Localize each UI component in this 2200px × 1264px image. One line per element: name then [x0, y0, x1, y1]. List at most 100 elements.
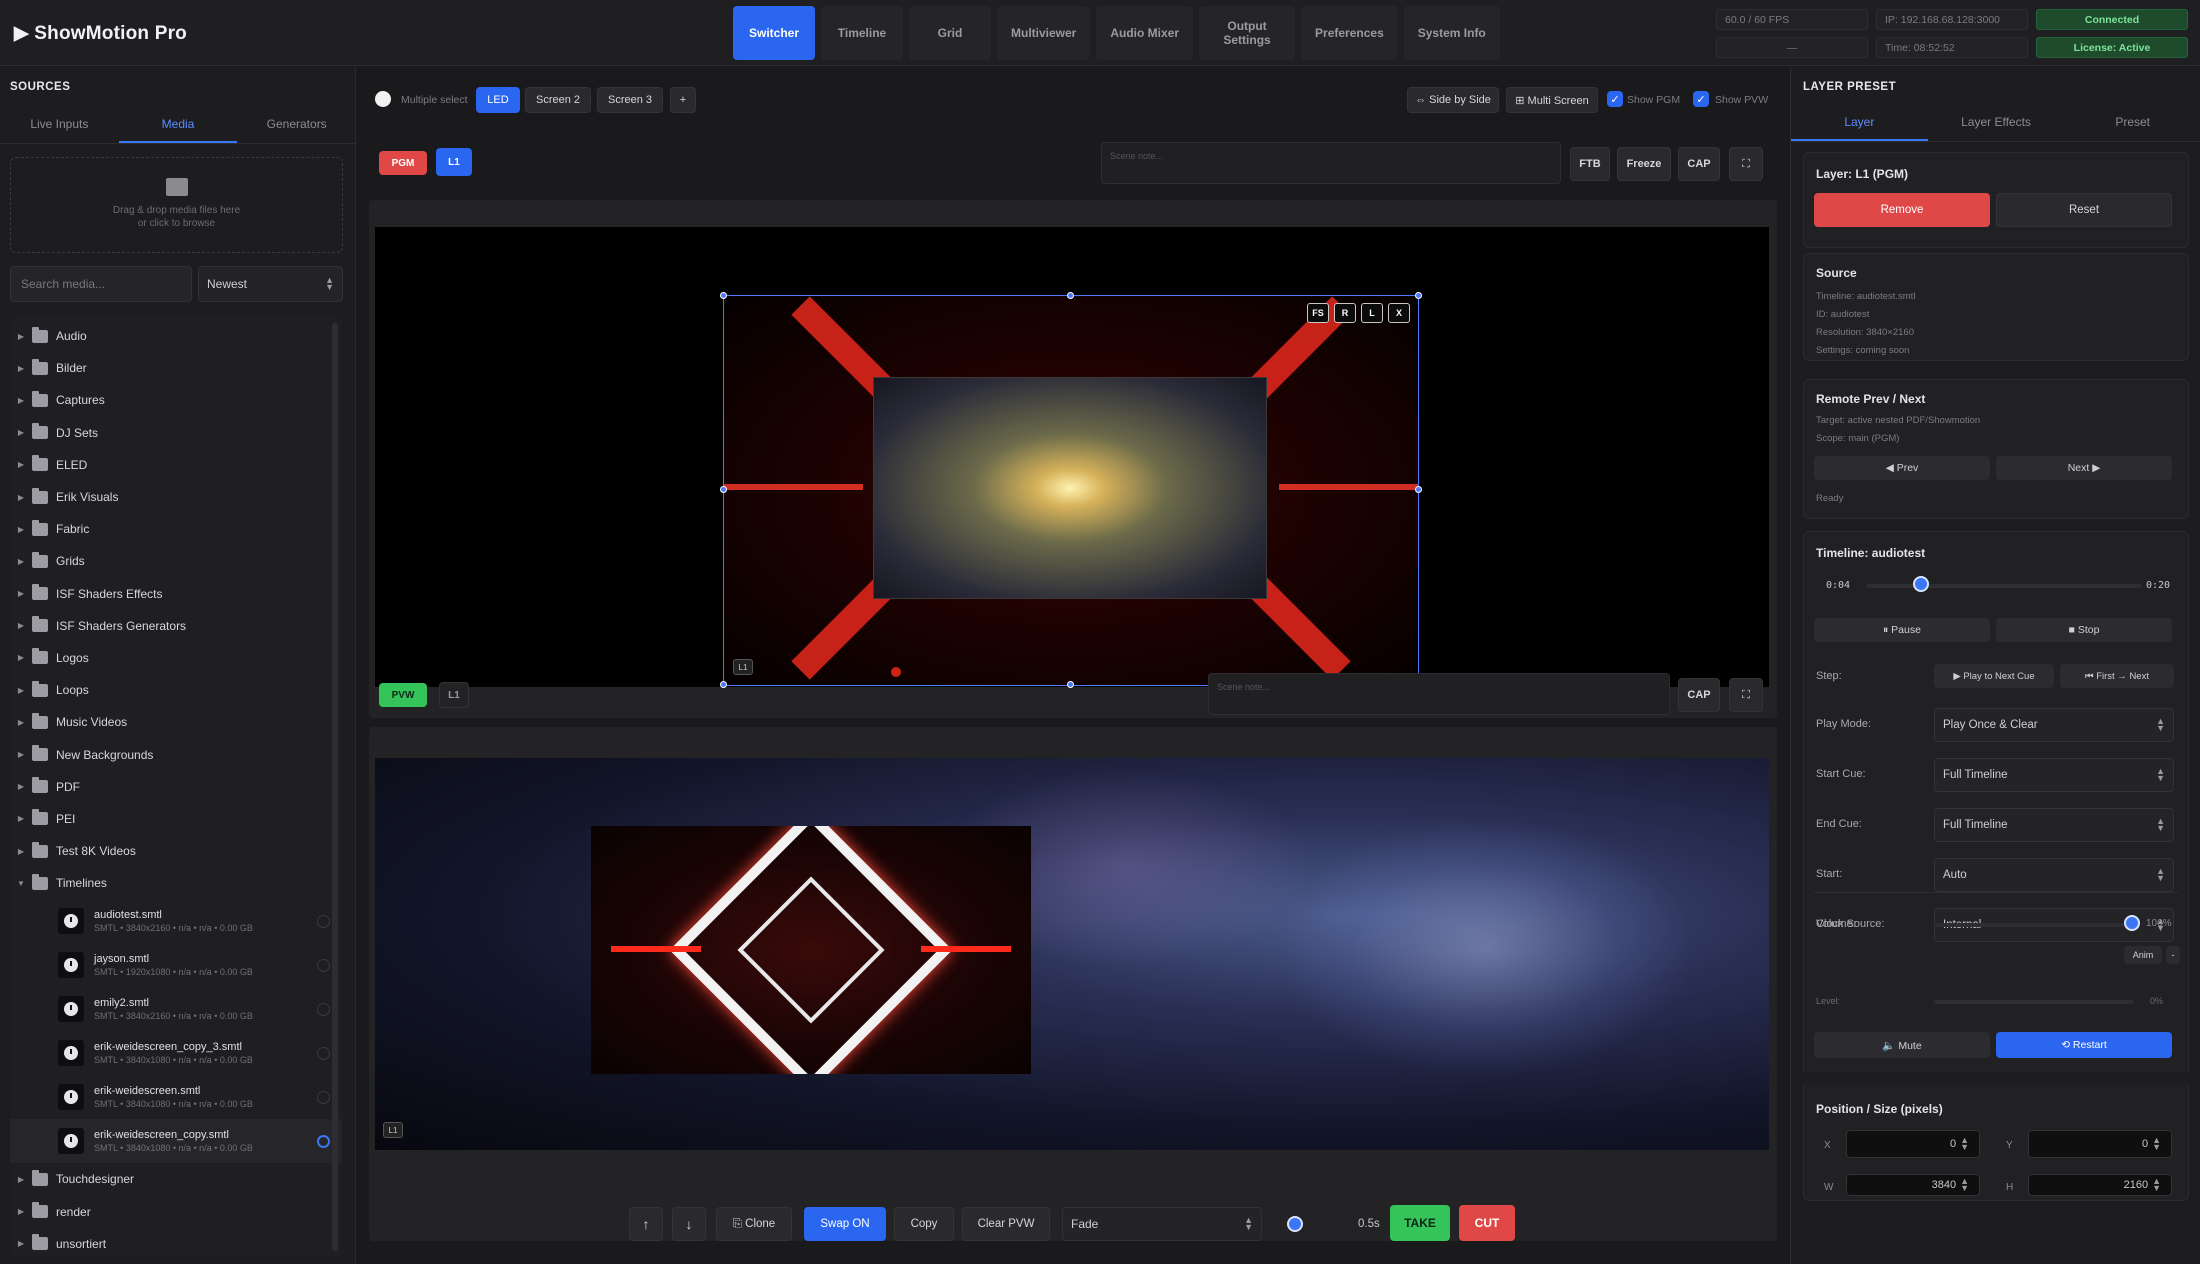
pvw-layer-l1-button[interactable]: L1: [439, 682, 469, 708]
field-select[interactable]: Full Timeline ▲ ▼: [1934, 758, 2174, 792]
volume-slider-track[interactable]: [1934, 923, 2134, 927]
resize-handle[interactable]: [720, 486, 727, 493]
folder-item[interactable]: ▶ ISF Shaders Generators: [10, 610, 342, 642]
remove-layer-button[interactable]: Remove: [1814, 193, 1990, 227]
clear-pvw-button[interactable]: Clear PVW: [962, 1207, 1050, 1241]
volume-minus-button[interactable]: -: [2166, 946, 2180, 964]
chevron-right-icon[interactable]: ▶: [10, 493, 32, 502]
folder-item[interactable]: ▶ DJ Sets: [10, 417, 342, 449]
tree-scrollbar[interactable]: [332, 323, 338, 1251]
pgm-layer-l1-button[interactable]: L1: [436, 148, 472, 176]
layer-close-button[interactable]: X: [1388, 303, 1410, 323]
take-button[interactable]: TAKE: [1390, 1205, 1450, 1241]
ftb-button[interactable]: FTB: [1570, 147, 1610, 181]
volume-slider-knob[interactable]: [2124, 915, 2140, 931]
tab-generators[interactable]: Generators: [237, 105, 356, 143]
move-layer-down-button[interactable]: ↓: [672, 1207, 706, 1241]
chevron-right-icon[interactable]: ▶: [10, 589, 32, 598]
chevron-right-icon[interactable]: ▶: [10, 364, 32, 373]
resize-handle[interactable]: [1415, 486, 1422, 493]
media-sort-select[interactable]: Newest ▲ ▼: [198, 266, 343, 302]
folder-item[interactable]: ▶ ELED: [10, 449, 342, 481]
chevron-right-icon[interactable]: ▶: [10, 621, 32, 630]
size-h-input[interactable]: 2160 ▲ ▼: [2028, 1174, 2172, 1196]
stop-button[interactable]: ■ Stop: [1996, 618, 2172, 642]
timeline-file-item[interactable]: emily2.smtl SMTL • 3840x2160 • n/a • n/a …: [10, 987, 342, 1031]
timeline-file-item[interactable]: jayson.smtl SMTL • 1920x1080 • n/a • n/a …: [10, 943, 342, 987]
folder-item[interactable]: ▶ Loops: [10, 674, 342, 706]
timeline-file-item[interactable]: erik-weidescreen_copy.smtl SMTL • 3840x10…: [10, 1119, 342, 1164]
pvw-scene-note[interactable]: Scene note...: [1208, 673, 1670, 715]
restart-button[interactable]: ⟲ Restart: [1996, 1032, 2172, 1058]
chevron-right-icon[interactable]: ▶: [10, 1175, 32, 1184]
tab-live-inputs[interactable]: Live Inputs: [0, 105, 119, 143]
transition-type-select[interactable]: Fade ▲ ▼: [1062, 1207, 1262, 1241]
chevron-right-icon[interactable]: ▶: [10, 686, 32, 695]
folder-item[interactable]: ▶ Audio: [10, 320, 342, 352]
file-select-radio[interactable]: [317, 1135, 330, 1149]
pgm-capture-button[interactable]: CAP: [1678, 147, 1720, 181]
chevron-right-icon[interactable]: ▶: [10, 460, 32, 469]
show-pvw-checkbox[interactable]: ✓: [1693, 91, 1709, 107]
timeline-playhead[interactable]: [1913, 576, 1930, 592]
folder-item[interactable]: ▶ PEI: [10, 803, 342, 835]
folder-item[interactable]: ▶ Test 8K Videos: [10, 835, 342, 867]
timeline-scrubber[interactable]: [1866, 584, 2142, 588]
freeze-button[interactable]: Freeze: [1617, 147, 1671, 181]
add-screen-button[interactable]: +: [670, 87, 696, 113]
timeline-file-item[interactable]: audiotest.smtl SMTL • 3840x2160 • n/a • n…: [10, 899, 342, 943]
tab-timeline[interactable]: Timeline: [821, 6, 903, 60]
volume-anim-button[interactable]: Anim: [2124, 946, 2162, 964]
chevron-right-icon[interactable]: ▶: [10, 557, 32, 566]
tab-preferences[interactable]: Preferences: [1301, 6, 1398, 60]
folder-item[interactable]: ▶ Erik Visuals: [10, 481, 342, 513]
multiple-select-checkbox[interactable]: [375, 91, 391, 107]
pause-button[interactable]: ⏸ Pause: [1814, 618, 1990, 642]
file-select-radio[interactable]: [317, 1047, 330, 1061]
tab-multiviewer[interactable]: Multiviewer: [997, 6, 1091, 60]
move-layer-up-button[interactable]: ↑: [629, 1207, 663, 1241]
size-w-input[interactable]: 3840 ▲ ▼: [1846, 1174, 1980, 1196]
cut-button[interactable]: CUT: [1459, 1205, 1515, 1241]
tab-layer[interactable]: Layer: [1791, 103, 1928, 141]
chevron-right-icon[interactable]: ▶: [10, 428, 32, 437]
screen-2-button[interactable]: Screen 2: [525, 87, 591, 113]
folder-item[interactable]: ▶ Logos: [10, 642, 342, 674]
prev-button[interactable]: ◀ Prev: [1814, 456, 1990, 480]
clone-button[interactable]: ⎘ Clone: [716, 1207, 792, 1241]
copy-button[interactable]: Copy: [894, 1207, 954, 1241]
chevron-right-icon[interactable]: ▶: [10, 782, 32, 791]
resize-handle[interactable]: [720, 681, 727, 688]
chevron-right-icon[interactable]: ▶: [10, 750, 32, 759]
swap-toggle-button[interactable]: Swap ON: [804, 1207, 886, 1241]
field-select[interactable]: Play Once & Clear ▲ ▼: [1934, 708, 2174, 742]
folder-item[interactable]: ▼ Timelines: [10, 867, 342, 899]
folder-item[interactable]: ▶ Music Videos: [10, 706, 342, 738]
tab-media[interactable]: Media: [118, 105, 238, 143]
tab-audio-mixer[interactable]: Audio Mixer: [1096, 6, 1194, 60]
media-search-input[interactable]: Search media...: [10, 266, 192, 302]
pgm-scene-note[interactable]: Scene note...: [1101, 142, 1561, 184]
chevron-right-icon[interactable]: ▶: [10, 1207, 32, 1216]
chevron-right-icon[interactable]: ▶: [10, 525, 32, 534]
folder-item[interactable]: ▶ PDF: [10, 771, 342, 803]
show-pgm-checkbox[interactable]: ✓: [1607, 91, 1623, 107]
layer-selection-box[interactable]: [723, 295, 1419, 686]
mute-button[interactable]: 🔈 Mute: [1814, 1032, 1990, 1058]
resize-handle[interactable]: [720, 292, 727, 299]
folder-item[interactable]: ▶ unsortiert: [10, 1228, 342, 1257]
folder-item[interactable]: ▶ Captures: [10, 384, 342, 416]
pvw-fullscreen-icon[interactable]: ⛶: [1729, 678, 1763, 712]
chevron-right-icon[interactable]: ▶: [10, 653, 32, 662]
folder-item[interactable]: ▶ Fabric: [10, 513, 342, 545]
resize-handle[interactable]: [1067, 292, 1074, 299]
position-y-input[interactable]: 0 ▲ ▼: [2028, 1130, 2172, 1158]
tab-switcher[interactable]: Switcher: [733, 6, 815, 60]
folder-item[interactable]: ▶ Bilder: [10, 352, 342, 384]
tab-layer-effects[interactable]: Layer Effects: [1928, 103, 2065, 141]
timeline-file-item[interactable]: erik-weidescreen_copy_3.smtl SMTL • 3840x…: [10, 1031, 342, 1075]
timeline-file-item[interactable]: erik-weidescreen.smtl SMTL • 3840x1080 • …: [10, 1075, 342, 1119]
folder-item[interactable]: ▶ Touchdesigner: [10, 1163, 342, 1195]
field-select[interactable]: Full Timeline ▲ ▼: [1934, 808, 2174, 842]
pvw-layer-l1-content[interactable]: [591, 826, 1031, 1074]
